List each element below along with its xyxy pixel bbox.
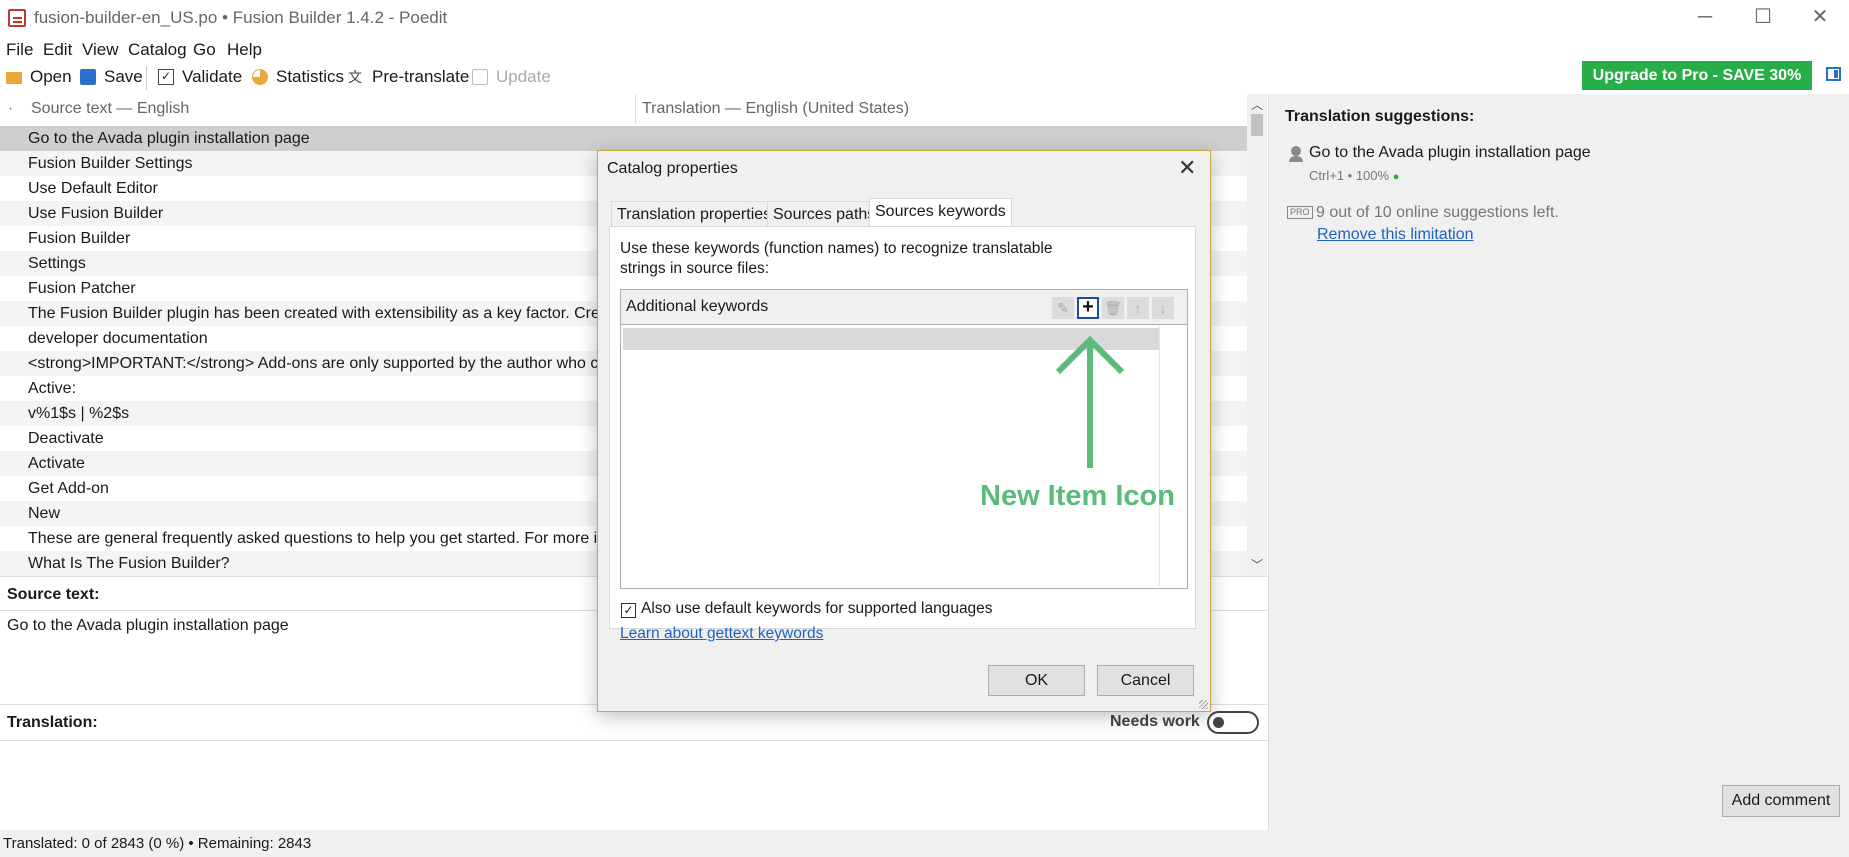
pie-chart-icon	[252, 69, 268, 85]
resize-grip-icon[interactable]	[1199, 700, 1208, 709]
update-button[interactable]: Update	[472, 66, 551, 88]
toggle-knob	[1213, 717, 1224, 728]
statistics-button[interactable]: Statistics	[252, 66, 344, 88]
maximize-button[interactable]: ☐	[1734, 0, 1792, 36]
delete-icon[interactable]: 🗑	[1102, 297, 1124, 319]
column-divider[interactable]	[635, 94, 636, 124]
user-icon	[1289, 146, 1303, 162]
suggestion-item[interactable]: Go to the Avada plugin installation page	[1309, 144, 1591, 162]
menu-bar: File Edit View Catalog Go Help	[0, 36, 1849, 62]
suggestion-meta: Ctrl+1 • 100% ●	[1309, 168, 1399, 183]
folder-icon	[6, 72, 22, 84]
sidebar-toggle-icon[interactable]	[1826, 67, 1841, 81]
keywords-header-label: Additional keywords	[626, 298, 769, 315]
validate-button[interactable]: ✓ Validate	[158, 66, 242, 88]
suggestions-title: Translation suggestions:	[1285, 108, 1475, 125]
translate-icon: 文	[348, 69, 362, 85]
translation-input[interactable]	[0, 741, 1267, 829]
menu-view[interactable]: View	[82, 40, 119, 60]
move-up-icon[interactable]: ↑	[1127, 297, 1149, 319]
menu-file[interactable]: File	[6, 40, 33, 60]
translation-label: Translation:	[7, 714, 98, 731]
menu-help[interactable]: Help	[227, 40, 262, 60]
tab-sources-keywords[interactable]: Sources keywords	[869, 198, 1012, 228]
cancel-button[interactable]: Cancel	[1097, 665, 1194, 696]
statistics-label: Statistics	[276, 67, 345, 86]
minimize-button[interactable]: ─	[1676, 0, 1734, 36]
validate-label: Validate	[182, 67, 243, 86]
floppy-disk-icon	[80, 69, 96, 85]
dialog-title: Catalog properties	[607, 160, 738, 177]
suggestions-sidebar: Translation suggestions: Go to the Avada…	[1268, 94, 1849, 830]
keywords-header: Additional keywords ✎ + 🗑 ↑ ↓	[621, 290, 1187, 325]
scroll-down-icon[interactable]: ﹀	[1247, 556, 1267, 573]
edit-icon[interactable]: ✎	[1052, 297, 1074, 319]
suggestions-left: 9 out of 10 online suggestions left.	[1316, 204, 1559, 221]
source-text-content: Go to the Avada plugin installation page	[7, 617, 289, 634]
source-text-label: Source text:	[7, 586, 100, 603]
needs-work-label: Needs work	[1110, 713, 1200, 730]
remove-limitation-link[interactable]: Remove this limitation	[1317, 226, 1474, 244]
list-column-rule	[1159, 326, 1160, 586]
upgrade-pro-button[interactable]: Upgrade to Pro - SAVE 30%	[1582, 61, 1812, 90]
pretranslate-label: Pre-translate	[372, 67, 470, 86]
annotation-arrow-icon	[1055, 335, 1125, 468]
update-icon	[472, 69, 488, 85]
scrollbar-thumb[interactable]	[1251, 114, 1263, 136]
list-scrollbar[interactable]: ︿ ﹀	[1247, 94, 1267, 576]
tab-sources-paths[interactable]: Sources paths	[767, 201, 882, 227]
add-comment-button[interactable]: Add comment	[1722, 785, 1840, 817]
title-bar: fusion-builder-en_US.po • Fusion Builder…	[0, 0, 1849, 36]
needs-work-toggle[interactable]	[1207, 711, 1259, 734]
dialog-close-icon[interactable]: ✕	[1178, 155, 1196, 181]
learn-gettext-link[interactable]: Learn about gettext keywords	[620, 625, 823, 643]
source-column-header[interactable]: Source text — English	[31, 94, 189, 124]
list-dot-column: ·	[8, 100, 14, 117]
checkbox-validate-icon: ✓	[158, 69, 174, 85]
keywords-intro: Use these keywords (function names) to r…	[620, 240, 1053, 277]
menu-edit[interactable]: Edit	[43, 40, 72, 60]
suggestion-shortcut: Ctrl+1 • 100%	[1309, 168, 1390, 183]
pro-badge-icon: PRO	[1287, 206, 1313, 219]
menu-go[interactable]: Go	[193, 40, 216, 60]
poedit-app-icon	[8, 9, 26, 27]
close-window-button[interactable]: ✕	[1791, 0, 1849, 36]
ok-button[interactable]: OK	[988, 665, 1085, 696]
toolbar: Open Save ✓ Validate Statistics 文 Pre-tr…	[0, 62, 1849, 92]
menu-catalog[interactable]: Catalog	[128, 40, 187, 60]
annotation-label: New Item Icon	[980, 480, 1175, 512]
save-label: Save	[104, 67, 143, 86]
tab-translation-properties[interactable]: Translation properties	[611, 201, 778, 227]
status-bar: Translated: 0 of 2843 (0 %) • Remaining:…	[0, 830, 1849, 857]
add-item-icon[interactable]: +	[1077, 297, 1099, 319]
translation-column-header[interactable]: Translation — English (United States)	[642, 94, 909, 124]
default-keywords-label[interactable]: Also use default keywords for supported …	[641, 600, 993, 618]
save-button[interactable]: Save	[80, 66, 143, 88]
move-down-icon[interactable]: ↓	[1152, 297, 1174, 319]
pretranslate-button[interactable]: 文 Pre-translate	[348, 66, 469, 88]
toolbar-separator	[146, 66, 147, 90]
check-circle-icon: ●	[1392, 171, 1400, 183]
open-button[interactable]: Open	[6, 66, 72, 88]
list-item[interactable]: Go to the Avada plugin installation page	[0, 126, 1247, 151]
scroll-up-icon[interactable]: ︿	[1247, 96, 1267, 113]
window-title: fusion-builder-en_US.po • Fusion Builder…	[34, 8, 448, 27]
open-label: Open	[30, 67, 72, 86]
default-keywords-checkbox[interactable]: ✓	[621, 603, 636, 618]
update-label: Update	[496, 67, 551, 86]
